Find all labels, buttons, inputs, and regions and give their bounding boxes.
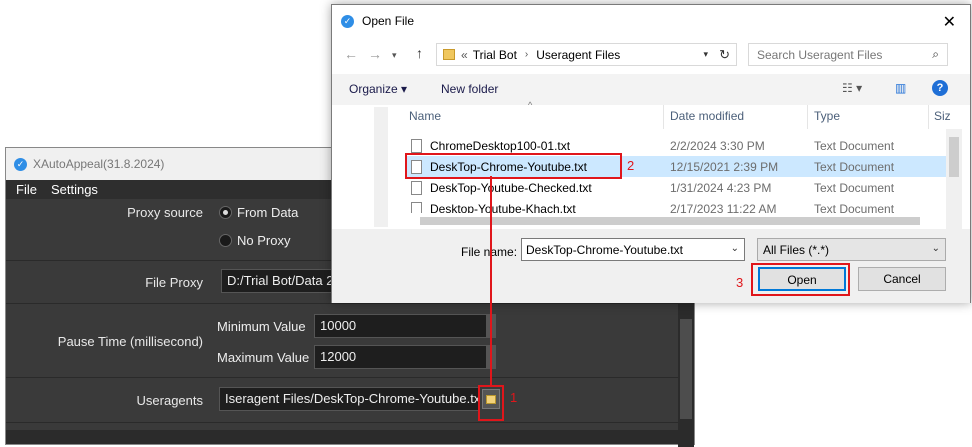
proxy-source-label: Proxy source bbox=[127, 205, 203, 220]
annotation-number-2: 2 bbox=[627, 158, 635, 173]
radio-from-data-label: From Data bbox=[237, 205, 299, 220]
file-type-value: All Files (*.*) bbox=[763, 243, 830, 257]
dialog-toolbar: Organize ▾ New folder ☷ ▾ ▥ ? bbox=[332, 74, 970, 105]
refresh-icon[interactable]: ↻ bbox=[719, 47, 730, 63]
file-name: ChromeDesktop100-01.txt bbox=[430, 139, 571, 153]
back-arrow-icon[interactable]: ← bbox=[344, 46, 358, 62]
file-name-input[interactable]: DeskTop-Chrome-Youtube.txt ⌄ bbox=[521, 238, 745, 261]
navigation-pane[interactable] bbox=[332, 105, 390, 229]
file-date: 1/31/2024 4:23 PM bbox=[670, 181, 772, 195]
chevron-down-icon: ⌄ bbox=[931, 243, 940, 254]
menu-file[interactable]: File bbox=[16, 182, 37, 197]
column-divider bbox=[807, 105, 808, 129]
min-value-label: Minimum Value bbox=[217, 319, 306, 334]
folder-icon bbox=[443, 49, 455, 60]
annotation-box-browse bbox=[478, 385, 504, 421]
address-dropdown-icon[interactable]: ▾ bbox=[703, 49, 708, 60]
preview-pane-icon[interactable]: ▥ bbox=[895, 81, 906, 95]
radio-from-data[interactable] bbox=[219, 206, 232, 219]
view-options-icon[interactable]: ☷ ▾ bbox=[842, 81, 862, 95]
cancel-button[interactable]: Cancel bbox=[858, 267, 946, 291]
search-input[interactable]: Search Useragent Files ⌕ bbox=[748, 43, 948, 66]
column-type[interactable]: Type bbox=[814, 109, 840, 123]
file-row[interactable]: Desktop-Youtube-Khach.txt 2/17/2023 11:2… bbox=[406, 198, 946, 213]
text-file-icon bbox=[411, 181, 422, 195]
max-value-label: Maximum Value bbox=[217, 350, 310, 365]
text-file-icon bbox=[411, 139, 422, 153]
app-title: XAutoAppeal(31.8.2024) bbox=[33, 157, 165, 171]
file-list-vertical-scrollbar[interactable] bbox=[946, 129, 962, 229]
annotation-number-3: 3 bbox=[736, 275, 744, 290]
breadcrumb-separator-icon: › bbox=[524, 49, 529, 60]
file-date: 2/2/2024 3:30 PM bbox=[670, 139, 765, 153]
annotation-box-open bbox=[751, 263, 850, 296]
forward-arrow-icon[interactable]: → bbox=[368, 46, 382, 62]
file-type-select[interactable]: All Files (*.*) ⌄ bbox=[757, 238, 946, 261]
file-proxy-label: File Proxy bbox=[145, 275, 203, 290]
search-placeholder: Search Useragent Files bbox=[757, 48, 883, 62]
recent-chevron-icon[interactable]: ▾ bbox=[392, 50, 397, 61]
column-date-modified[interactable]: Date modified bbox=[670, 109, 744, 123]
file-date: 12/15/2021 2:39 PM bbox=[670, 160, 779, 174]
file-type: Text Document bbox=[814, 160, 895, 174]
file-name: Desktop-Youtube-Khach.txt bbox=[430, 202, 576, 213]
radio-no-proxy-label: No Proxy bbox=[237, 233, 291, 248]
dialog-check-icon: ✓ bbox=[341, 14, 354, 28]
file-list-horizontal-scrollbar[interactable] bbox=[406, 213, 946, 229]
pause-time-label: Pause Time (millisecond) bbox=[57, 334, 203, 349]
file-name: DeskTop-Youtube-Checked.txt bbox=[430, 181, 592, 195]
annotation-box-file bbox=[405, 153, 622, 179]
breadcrumb-trial-bot[interactable]: Trial Bot bbox=[473, 48, 517, 62]
annotation-number-1: 1 bbox=[510, 390, 518, 405]
column-divider bbox=[663, 105, 664, 129]
app-horizontal-scrollbar[interactable] bbox=[6, 430, 678, 444]
file-type: Text Document bbox=[814, 139, 895, 153]
search-icon: ⌕ bbox=[932, 47, 939, 61]
new-folder-button[interactable]: New folder bbox=[441, 82, 498, 96]
annotation-connector-line bbox=[490, 176, 492, 386]
chevron-down-icon[interactable]: ⌄ bbox=[731, 243, 739, 254]
file-name-value: DeskTop-Chrome-Youtube.txt bbox=[526, 243, 683, 257]
app-check-icon: ✓ bbox=[14, 157, 27, 171]
useragents-input[interactable]: Iseragent Files/DeskTop-Chrome-Youtube.t… bbox=[219, 387, 479, 411]
help-icon[interactable]: ? bbox=[932, 80, 948, 96]
useragents-label: Useragents bbox=[136, 393, 203, 408]
column-name[interactable]: Name bbox=[409, 109, 441, 123]
max-value-input[interactable]: 12000 bbox=[314, 345, 489, 369]
up-arrow-icon[interactable]: ↑ bbox=[416, 45, 423, 61]
file-type: Text Document bbox=[814, 181, 895, 195]
breadcrumb-overflow[interactable]: « bbox=[461, 48, 468, 62]
file-proxy-input[interactable]: D:/Trial Bot/Data 2 bbox=[221, 269, 341, 293]
dialog-title: Open File bbox=[362, 14, 415, 28]
text-file-icon bbox=[411, 202, 422, 213]
radio-no-proxy[interactable] bbox=[219, 234, 232, 247]
dialog-titlebar: ✓ Open File bbox=[332, 5, 970, 37]
file-type: Text Document bbox=[814, 202, 895, 213]
menu-settings[interactable]: Settings bbox=[51, 182, 98, 197]
file-date: 2/17/2023 11:22 AM bbox=[670, 202, 777, 213]
breadcrumb-useragent-files[interactable]: Useragent Files bbox=[536, 48, 620, 62]
min-value-input[interactable]: 10000 bbox=[314, 314, 489, 338]
sort-up-icon: ^ bbox=[528, 100, 533, 110]
column-divider bbox=[928, 105, 929, 129]
address-bar[interactable]: « Trial Bot › Useragent Files ▾ ↻ bbox=[436, 43, 737, 66]
close-icon[interactable]: ✕ bbox=[943, 12, 956, 32]
column-size[interactable]: Siz bbox=[934, 109, 951, 123]
file-row[interactable]: DeskTop-Youtube-Checked.txt 1/31/2024 4:… bbox=[406, 177, 946, 198]
organize-button[interactable]: Organize ▾ bbox=[349, 82, 407, 96]
